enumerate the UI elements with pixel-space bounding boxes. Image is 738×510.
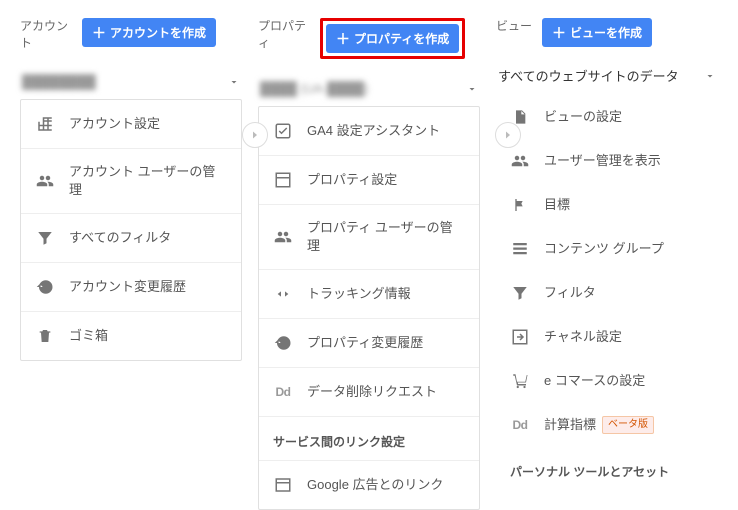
goals[interactable]: 目標 [496, 183, 718, 227]
flag-icon [510, 195, 530, 215]
menu-label: アカウント設定 [69, 115, 227, 133]
menu-label: コンテンツ グループ [544, 240, 704, 258]
code-icon [273, 284, 293, 304]
menu-label: プロパティ設定 [307, 171, 465, 189]
history-icon [273, 333, 293, 353]
all-filters[interactable]: すべてのフィルタ [21, 214, 241, 263]
view-column: ビュー ＋ ビューを作成 すべてのウェブサイトのデータ ビューの設定 [488, 18, 726, 502]
cart-icon [510, 371, 530, 391]
users-icon [510, 151, 530, 171]
adwords-icon [273, 475, 293, 495]
highlight-box: ＋ プロパティを作成 [320, 18, 465, 59]
account-menu: アカウント設定 アカウント ユーザーの管理 すべてのフィルタ アカウント変更履歴 [20, 99, 242, 361]
calculated-metrics[interactable]: Dd 計算指標ベータ版 [496, 403, 718, 447]
property-settings[interactable]: プロパティ設定 [259, 156, 479, 205]
google-ads-link[interactable]: Google 広告とのリンク [259, 461, 479, 509]
menu-label: ビューの設定 [544, 108, 704, 126]
ecommerce-settings[interactable]: e コマースの設定 [496, 359, 718, 403]
chevron-down-icon [704, 70, 716, 82]
checkbox-icon [273, 121, 293, 141]
create-account-button[interactable]: ＋ アカウントを作成 [82, 18, 216, 47]
menu-label: トラッキング情報 [307, 285, 465, 303]
account-history[interactable]: アカウント変更履歴 [21, 263, 241, 312]
ga4-setup-assistant[interactable]: GA4 設定アシスタント [259, 107, 479, 156]
menu-label: プロパティ変更履歴 [307, 334, 465, 352]
building-icon [35, 114, 55, 134]
view-title: ビュー [496, 18, 532, 35]
view-user-management[interactable]: ユーザー管理を表示 [496, 139, 718, 183]
menu-label: e コマースの設定 [544, 372, 704, 390]
content-groups[interactable]: コンテンツ グループ [496, 227, 718, 271]
account-selector[interactable]: ████████ [20, 70, 242, 99]
menu-label: プロパティ ユーザーの管理 [307, 219, 465, 255]
trash[interactable]: ゴミ箱 [21, 312, 241, 360]
menu-label: チャネル設定 [544, 328, 704, 346]
property-history[interactable]: プロパティ変更履歴 [259, 319, 479, 368]
create-view-button[interactable]: ＋ ビューを作成 [542, 18, 652, 47]
view-header: ビュー ＋ ビューを作成 [496, 18, 718, 52]
menu-label: データ削除リクエスト [307, 383, 465, 401]
view-selector[interactable]: すべてのウェブサイトのデータ [496, 62, 718, 95]
plus-icon: ＋ [336, 32, 350, 46]
menu-label: アカウント ユーザーの管理 [69, 163, 227, 199]
menu-label: ユーザー管理を表示 [544, 152, 704, 170]
beta-badge: ベータ版 [602, 416, 654, 434]
account-settings[interactable]: アカウント設定 [21, 100, 241, 149]
property-header: プロパティ ＋ プロパティを作成 [258, 18, 480, 59]
menu-label: フィルタ [544, 284, 704, 302]
account-title: アカウント [20, 18, 72, 52]
menu-label: Google 広告とのリンク [307, 476, 465, 494]
menu-label: ゴミ箱 [69, 327, 227, 345]
funnel-icon [510, 283, 530, 303]
create-property-label: プロパティを作成 [354, 30, 449, 47]
chevron-down-icon [466, 83, 478, 95]
tracking-info[interactable]: トラッキング情報 [259, 270, 479, 319]
section-service-links: サービス間のリンク設定 [259, 417, 479, 461]
transfer-arrow-icon[interactable] [242, 122, 268, 148]
create-property-button[interactable]: ＋ プロパティを作成 [326, 24, 459, 53]
data-deletion-request[interactable]: Dd データ削除リクエスト [259, 368, 479, 417]
trash-icon [35, 326, 55, 346]
transfer-arrow-icon[interactable] [495, 122, 521, 148]
users-icon [273, 227, 293, 247]
plus-icon: ＋ [92, 26, 106, 40]
account-column: アカウント ＋ アカウントを作成 ████████ アカウント設定 [12, 18, 250, 502]
property-menu: GA4 設定アシスタント プロパティ設定 プロパティ ユーザーの管理 トラッキン… [258, 106, 480, 510]
menu-label: GA4 設定アシスタント [307, 122, 465, 140]
plus-icon: ＋ [552, 26, 566, 40]
create-account-label: アカウントを作成 [110, 24, 206, 41]
layout-icon [273, 170, 293, 190]
property-title: プロパティ [258, 18, 310, 52]
channel-icon [510, 327, 530, 347]
menu-label: アカウント変更履歴 [69, 278, 227, 296]
channel-settings[interactable]: チャネル設定 [496, 315, 718, 359]
section-personal-tools: パーソナル ツールとアセット [496, 447, 718, 490]
property-selected: ████ (UA-████) [260, 81, 368, 96]
view-menu: ビューの設定 ユーザー管理を表示 目標 コンテンツ グループ [496, 95, 718, 490]
account-header: アカウント ＋ アカウントを作成 [20, 18, 242, 52]
view-selected: すべてのウェブサイトのデータ [498, 66, 679, 85]
account-selected: ████████ [22, 74, 96, 89]
menu-label: 計算指標ベータ版 [544, 416, 704, 435]
menu-label: すべてのフィルタ [69, 229, 227, 247]
property-selector[interactable]: ████ (UA-████) [258, 77, 480, 106]
account-user-management[interactable]: アカウント ユーザーの管理 [21, 149, 241, 214]
menu-label: 目標 [544, 196, 704, 214]
view-filters[interactable]: フィルタ [496, 271, 718, 315]
history-icon [35, 277, 55, 297]
stack-icon [510, 239, 530, 259]
funnel-icon [35, 228, 55, 248]
chevron-down-icon [228, 76, 240, 88]
dd-icon: Dd [273, 382, 293, 402]
create-view-label: ビューを作成 [570, 24, 642, 41]
property-user-management[interactable]: プロパティ ユーザーの管理 [259, 205, 479, 270]
dd-icon: Dd [510, 415, 530, 435]
view-settings[interactable]: ビューの設定 [496, 95, 718, 139]
property-column: プロパティ ＋ プロパティを作成 ████ (UA-████) GA4 設定アシ… [250, 18, 488, 502]
users-icon [35, 171, 55, 191]
